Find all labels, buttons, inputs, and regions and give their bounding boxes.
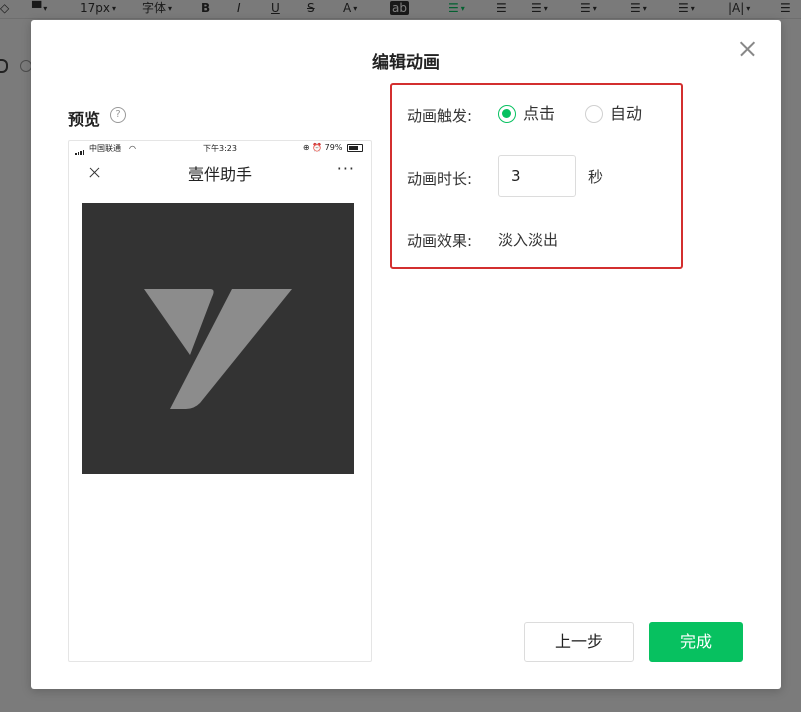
edit-animation-dialog: 编辑动画 预览 ? 中国联通 ◠ 下午3:23 ⊕ ⏰ 79% 壹伴助手 ···: [31, 20, 781, 689]
radio-click-label: 点击: [523, 104, 556, 123]
status-right: ⊕ ⏰ 79%: [303, 143, 363, 152]
trigger-label: 动画触发:: [407, 107, 473, 125]
status-bar: 中国联通 ◠ 下午3:23 ⊕ ⏰ 79%: [69, 141, 371, 155]
help-icon[interactable]: ?: [110, 107, 126, 123]
effect-value: 淡入淡出: [498, 231, 559, 249]
battery-percent: 79%: [324, 143, 343, 152]
radio-click-circle[interactable]: [498, 105, 516, 123]
mini-program-nav: 壹伴助手 ···: [69, 157, 371, 187]
lock-rotation-icon: ⊕: [302, 143, 310, 152]
duration-label: 动画时长:: [407, 170, 473, 188]
duration-input[interactable]: [498, 155, 576, 197]
preview-label: 预览: [68, 110, 101, 129]
close-icon[interactable]: [737, 39, 757, 59]
preview-image: [82, 203, 354, 474]
phone-preview: 中国联通 ◠ 下午3:23 ⊕ ⏰ 79% 壹伴助手 ···: [68, 140, 372, 662]
radio-auto-label: 自动: [610, 104, 643, 123]
mini-program-title: 壹伴助手: [187, 165, 252, 184]
duration-unit: 秒: [588, 168, 604, 186]
effect-label: 动画效果:: [407, 232, 473, 250]
battery-icon: [347, 143, 363, 152]
logo-icon: [144, 289, 292, 409]
dialog-title: 编辑动画: [372, 53, 440, 73]
alarm-icon: ⏰: [312, 143, 323, 152]
more-icon[interactable]: ···: [337, 159, 355, 178]
prev-step-button[interactable]: 上一步: [524, 622, 634, 662]
radio-auto-circle[interactable]: [585, 105, 603, 123]
done-button[interactable]: 完成: [649, 622, 743, 662]
